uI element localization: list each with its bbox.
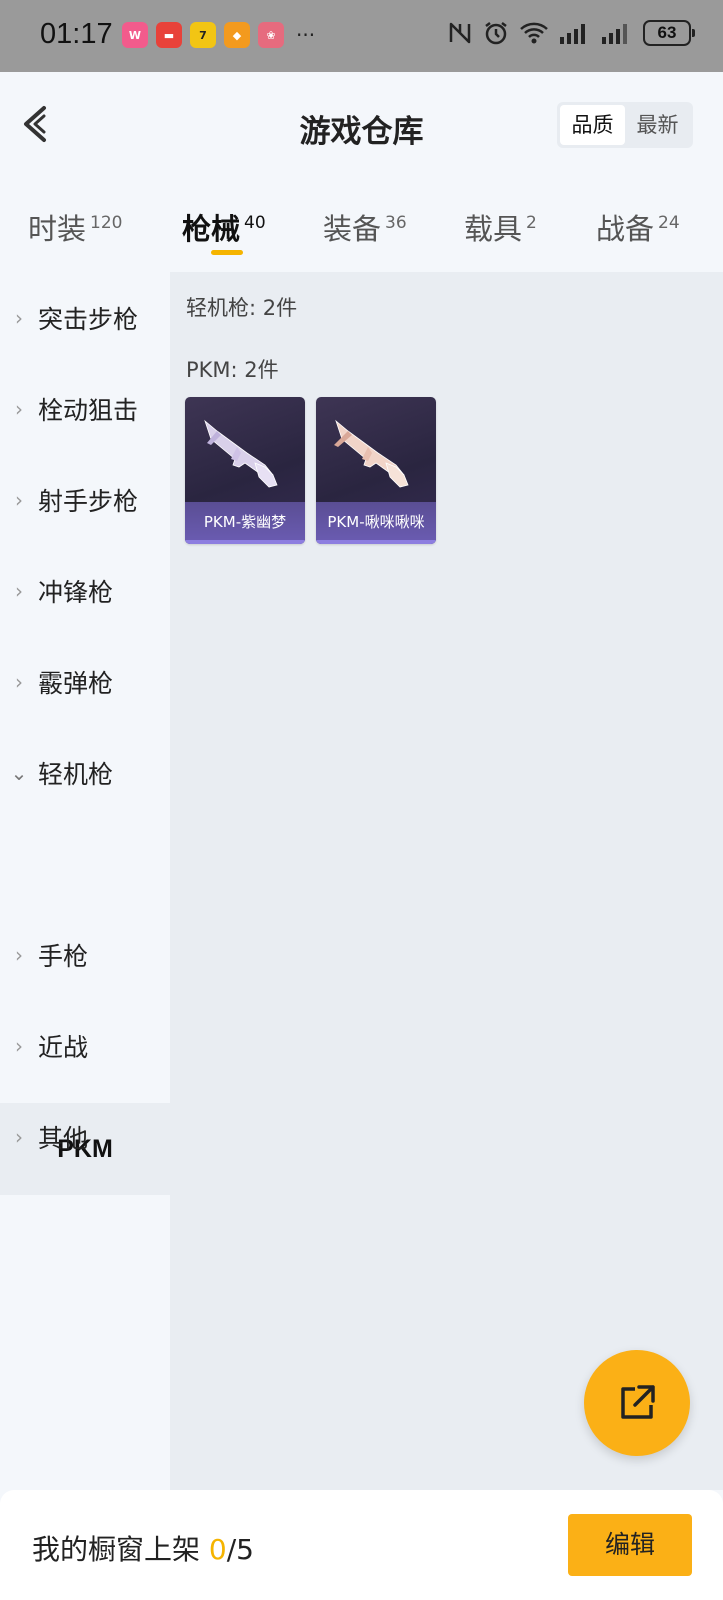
tab-count: 120 <box>90 213 123 234</box>
tab-label: 时装 <box>28 212 87 246</box>
sort-newest-option[interactable]: 最新 <box>625 105 690 145</box>
sidebar-item-assault-rifle[interactable]: › 突击步枪 <box>0 272 170 364</box>
chevron-right-icon: › <box>15 397 23 421</box>
status-bar: 01:17 W ▬ 7 ◆ ❀ ··· 63 <box>0 0 723 72</box>
seven-app-icon: 7 <box>190 22 216 48</box>
sort-toggle: 品质 最新 <box>557 102 693 148</box>
tab-count: 40 <box>244 213 266 234</box>
chevron-right-icon: › <box>15 1125 23 1149</box>
inventory-content: 轻机枪: 2件 PKM: 2件 PKM-紫幽梦 PKM-啾咪啾咪 <box>170 272 723 1490</box>
skin-card-label: PKM-啾咪啾咪 <box>316 502 436 544</box>
orange-app-icon: ◆ <box>224 22 250 48</box>
shelf-label: 我的橱窗上架 <box>32 1533 209 1566</box>
sidebar-item-label: 其他 <box>38 1124 89 1153</box>
alarm-icon <box>485 22 507 45</box>
sidebar-item-lmg[interactable]: ⌄ 轻机枪 <box>0 727 170 819</box>
shelf-total: /5 <box>226 1533 254 1566</box>
tab-supplies[interactable]: 战备 24 <box>596 206 680 248</box>
share-icon <box>621 1385 655 1419</box>
tab-guns[interactable]: 枪械 40 <box>182 206 266 248</box>
tab-label: 战备 <box>596 212 655 246</box>
sidebar-item-label: 轻机枪 <box>38 760 114 789</box>
status-indicators: 63 <box>447 20 695 46</box>
sidebar-item-label: 手枪 <box>38 942 89 971</box>
category-tabs: 时装 120 枪械 40 装备 36 载具 2 战备 24 <box>0 190 723 270</box>
chevron-right-icon: › <box>15 943 23 967</box>
tab-label: 载具 <box>464 212 523 246</box>
signal-icon <box>560 24 585 44</box>
chevron-right-icon: › <box>15 306 23 330</box>
tab-equipment[interactable]: 装备 36 <box>323 206 407 248</box>
game-app-icon: ❀ <box>258 22 284 48</box>
pkm-gun-icon <box>204 419 278 488</box>
weapon-type-sidebar: › 突击步枪 › 栓动狙击 › 射手步枪 › 冲锋枪 › 霰弹枪 ⌄ 轻机枪 PKM › 手枪… <box>0 272 170 1490</box>
chevron-right-icon: › <box>15 579 23 603</box>
shelf-status: 我的橱窗上架 0/5 <box>32 1528 254 1568</box>
red-app-icon: ▬ <box>156 22 182 48</box>
skin-card[interactable]: PKM-紫幽梦 <box>185 397 305 544</box>
sidebar-item-pistol[interactable]: › 手枪 <box>0 909 170 1001</box>
sidebar-item-marksman-rifle[interactable]: › 射手步枪 <box>0 454 170 546</box>
weibo-app-icon: W <box>122 22 148 48</box>
sidebar-item-bolt-sniper[interactable]: › 栓动狙击 <box>0 363 170 455</box>
tab-count: 36 <box>385 213 407 234</box>
sidebar-item-label: 霰弹枪 <box>38 669 114 698</box>
battery-indicator: 63 <box>643 20 695 46</box>
section-title: 轻机枪: 2件 <box>186 296 298 320</box>
tab-fashion[interactable]: 时装 120 <box>28 206 122 248</box>
active-tab-indicator <box>211 250 243 255</box>
sidebar-item-label: 栓动狙击 <box>38 396 139 425</box>
sidebar-item-shotgun[interactable]: › 霰弹枪 <box>0 636 170 728</box>
page-header: 游戏仓库 品质 最新 <box>0 72 723 182</box>
nfc-icon <box>449 22 471 44</box>
skin-card[interactable]: PKM-啾咪啾咪 <box>316 397 436 544</box>
chevron-right-icon: › <box>15 1034 23 1058</box>
sidebar-item-other[interactable]: › 其他 <box>0 1091 170 1183</box>
tab-count: 2 <box>526 213 537 234</box>
sidebar-item-smg[interactable]: › 冲锋枪 <box>0 545 170 637</box>
sidebar-item-label: 冲锋枪 <box>38 578 114 607</box>
sidebar-item-label: 射手步枪 <box>38 487 139 516</box>
bottom-bar: 我的橱窗上架 0/5 编辑 <box>0 1490 723 1600</box>
sort-quality-option[interactable]: 品质 <box>560 105 625 145</box>
tab-label: 枪械 <box>182 212 241 246</box>
wifi-icon <box>520 22 548 44</box>
tab-label: 装备 <box>323 212 382 246</box>
group-title: PKM: 2件 <box>186 358 279 382</box>
more-notifications-icon: ··· <box>296 23 316 47</box>
share-button[interactable] <box>584 1350 690 1456</box>
notification-icons: W ▬ 7 ◆ ❀ ··· <box>122 22 315 48</box>
signal-2-icon <box>602 24 627 44</box>
chevron-down-icon: ⌄ <box>10 761 28 785</box>
sidebar-item-label: 近战 <box>38 1033 89 1062</box>
sidebar-item-melee[interactable]: › 近战 <box>0 1000 170 1092</box>
skin-card-label: PKM-紫幽梦 <box>185 502 305 544</box>
tab-vehicles[interactable]: 载具 2 <box>464 206 537 248</box>
status-time: 01:17 <box>40 18 113 50</box>
chevron-right-icon: › <box>15 670 23 694</box>
shelf-count: 0 <box>208 1533 227 1566</box>
pkm-gun-icon <box>334 419 409 488</box>
sidebar-item-label: 突击步枪 <box>38 305 139 334</box>
chevron-right-icon: › <box>15 488 23 512</box>
tab-count: 24 <box>658 213 680 234</box>
edit-button[interactable]: 编辑 <box>568 1514 692 1576</box>
